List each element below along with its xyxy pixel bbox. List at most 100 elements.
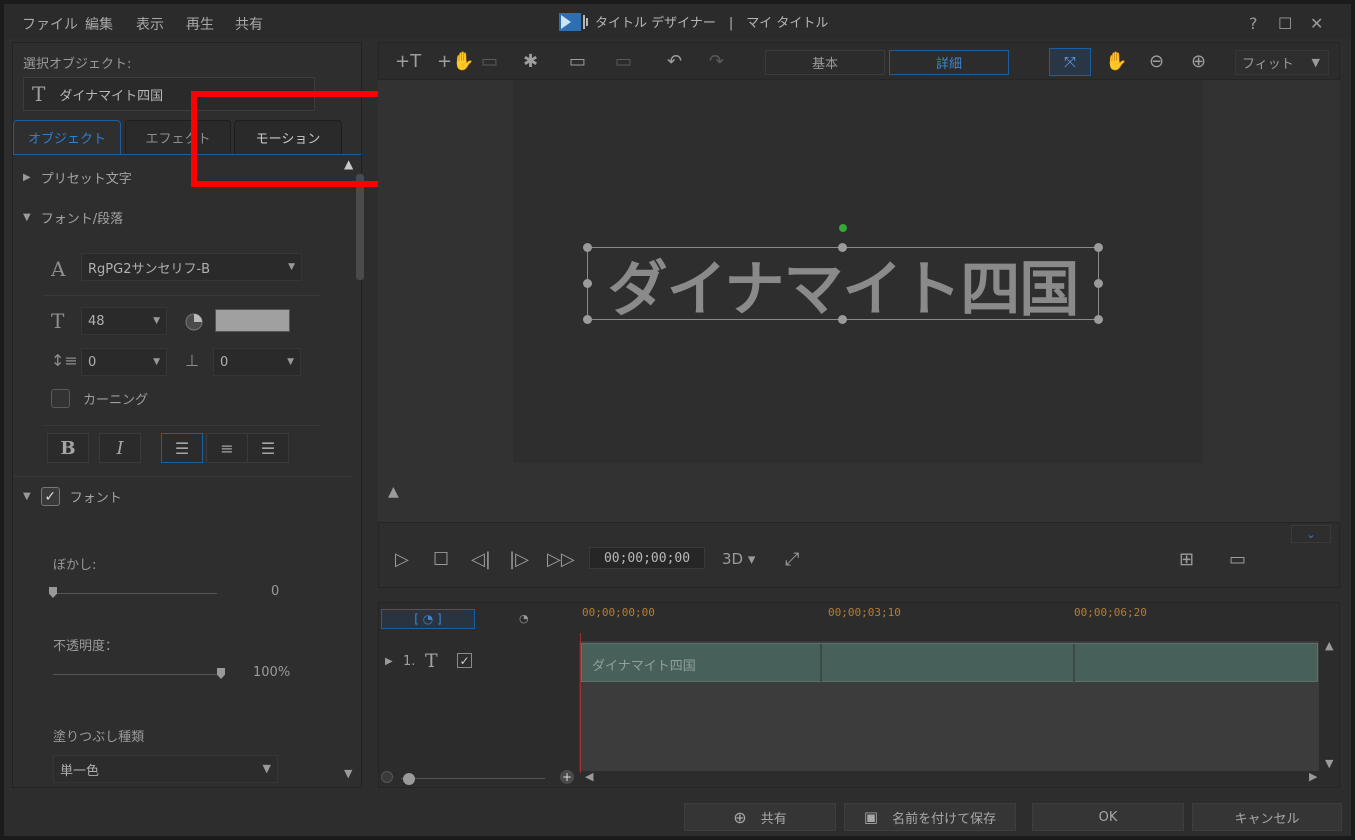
zoom-select[interactable]: フィット ▼ xyxy=(1235,50,1329,75)
add-background-icon[interactable]: ▭ xyxy=(569,51,586,72)
timecode-display: 00;00;00;00 xyxy=(589,547,705,569)
prev-frame-icon[interactable]: ◁| xyxy=(471,549,491,570)
ruler-mark: 00;00;06;20 xyxy=(1074,606,1147,619)
line-spacing-select[interactable]: 0 ▼ xyxy=(81,348,167,376)
fullscreen-icon[interactable]: ⤢ xyxy=(785,549,799,570)
safe-zone-icon[interactable]: ⊞ xyxy=(1179,549,1194,570)
preview-title-text[interactable]: ダイナマイト四国 xyxy=(588,248,1098,325)
play-icon[interactable]: ▷ xyxy=(395,549,409,570)
collapse-down-icon: ▼ xyxy=(23,212,31,223)
close-button[interactable]: ✕ xyxy=(1310,14,1323,33)
zoom-out-timeline-icon[interactable] xyxy=(381,771,393,783)
timeline-zoom-thumb[interactable] xyxy=(403,773,415,785)
add-particle-icon[interactable]: +✋ xyxy=(437,51,475,72)
align-left-icon: ☰ xyxy=(174,438,190,458)
maximize-button[interactable]: ☐ xyxy=(1278,14,1292,33)
blur-slider-thumb[interactable] xyxy=(49,587,57,598)
keyframe-divider[interactable] xyxy=(820,644,822,683)
panel-scrollbar[interactable] xyxy=(356,174,364,280)
undo-icon[interactable]: ↶ xyxy=(667,51,682,72)
timeline-mode-1-button[interactable]: [ ◔ ] xyxy=(381,609,475,629)
opacity-slider[interactable] xyxy=(53,674,221,675)
select-tool-icon[interactable]: ⤧ xyxy=(1049,48,1091,76)
save-as-button[interactable]: ▣ 名前を付けて保存 xyxy=(844,803,1016,831)
align-right-button[interactable]: ☰ xyxy=(247,433,289,463)
tab-object[interactable]: オブジェクト xyxy=(13,120,121,154)
add-text-icon[interactable]: +T xyxy=(395,51,421,72)
keyframe-divider[interactable] xyxy=(1073,644,1075,683)
scroll-down-icon[interactable]: ▼ xyxy=(1325,757,1333,770)
section-font-paragraph[interactable]: ▼ フォント/段落 xyxy=(23,208,123,227)
resize-handle[interactable] xyxy=(583,243,592,252)
collapse-icon[interactable]: ⌄ xyxy=(1291,525,1331,543)
mode-advanced-button[interactable]: 詳細 xyxy=(889,50,1009,75)
menu-file[interactable]: ファイル xyxy=(22,14,78,34)
rotate-handle[interactable] xyxy=(839,224,847,232)
expand-right-icon[interactable]: ▶ xyxy=(385,656,393,667)
resize-handle[interactable] xyxy=(838,243,847,252)
scroll-right-icon[interactable]: ▶ xyxy=(1309,770,1317,783)
add-effect-icon[interactable]: ✱ xyxy=(523,51,538,72)
font-enable-checkbox[interactable]: ✓ xyxy=(40,487,60,506)
align-left-button[interactable]: ☰ xyxy=(161,433,203,463)
share-button[interactable]: ⊕ 共有 xyxy=(684,803,836,831)
expand-right-icon: ▶ xyxy=(23,172,31,183)
hand-tool-icon[interactable]: ✋ xyxy=(1105,51,1127,72)
section-font-paragraph-label: フォント/段落 xyxy=(40,212,124,227)
title-clip[interactable]: ダイナマイト四国 xyxy=(581,643,1318,683)
kerning-checkbox[interactable] xyxy=(51,389,70,408)
fast-forward-icon[interactable]: ▷▷ xyxy=(547,549,575,570)
align-center-button[interactable]: ≡ xyxy=(206,433,248,463)
scroll-left-icon[interactable]: ◀ xyxy=(585,770,593,783)
track-visible-checkbox[interactable]: ✓ xyxy=(457,653,472,668)
menu-play[interactable]: 再生 xyxy=(186,14,214,34)
resize-handle[interactable] xyxy=(1094,279,1103,288)
align-center-icon: ≡ xyxy=(220,438,234,458)
timeline-mode-2-icon[interactable]: ◔ xyxy=(519,612,529,625)
font-size-select[interactable]: 48 ▼ xyxy=(81,307,167,335)
cancel-button[interactable]: キャンセル xyxy=(1192,803,1342,831)
playhead[interactable] xyxy=(580,633,581,773)
grid-icon[interactable]: ▭ xyxy=(1229,549,1246,570)
timeline-ruler[interactable]: 00;00;00;00 00;00;03;10 00;00;06;20 xyxy=(579,603,1319,635)
resize-handle[interactable] xyxy=(1094,243,1103,252)
menu-view[interactable]: 表示 xyxy=(136,14,164,34)
text-color-swatch[interactable] xyxy=(215,309,290,332)
resize-handle[interactable] xyxy=(583,279,592,288)
scroll-down-icon[interactable]: ▼ xyxy=(344,767,352,780)
fill-type-select[interactable]: 単一色 ▼ xyxy=(53,755,278,783)
section-preset-label: プリセット文字 xyxy=(40,172,132,187)
opacity-slider-thumb[interactable] xyxy=(217,668,225,679)
highlight-annotation xyxy=(191,91,386,187)
canvas-marker-icon[interactable]: ▲ xyxy=(388,484,399,500)
mode-basic-button[interactable]: 基本 xyxy=(765,50,885,75)
text-track-icon: T xyxy=(425,650,438,672)
char-spacing-select[interactable]: 0 ▼ xyxy=(213,348,301,376)
font-name-select[interactable]: RgPG2サンセリフ-B ▼ xyxy=(81,253,302,281)
zoom-in-icon[interactable]: ⊕ xyxy=(1191,51,1206,72)
stop-icon[interactable]: ☐ xyxy=(433,549,449,570)
menu-share[interactable]: 共有 xyxy=(235,14,263,34)
help-button[interactable]: ? xyxy=(1249,14,1258,33)
resize-handle[interactable] xyxy=(1094,315,1103,324)
italic-button[interactable]: I xyxy=(99,433,141,463)
section-font[interactable]: ▼ ✓ フォント xyxy=(23,487,122,506)
bold-button[interactable]: B xyxy=(47,433,89,463)
timeline-zoom-slider[interactable] xyxy=(401,778,545,779)
font-size-icon: T xyxy=(51,309,65,333)
menu-edit[interactable]: 編集 xyxy=(85,14,113,34)
font-name-value: RgPG2サンセリフ-B xyxy=(88,261,211,277)
section-preset[interactable]: ▶ プリセット文字 xyxy=(23,168,132,187)
ok-button[interactable]: OK xyxy=(1032,803,1184,831)
resize-handle[interactable] xyxy=(838,315,847,324)
scroll-up-icon[interactable]: ▲ xyxy=(1325,639,1333,652)
blur-slider[interactable] xyxy=(53,593,217,594)
3d-mode-button[interactable]: 3D ▾ xyxy=(722,550,755,568)
divider xyxy=(43,425,321,426)
ruler-mark: 00;00;03;10 xyxy=(828,606,901,619)
resize-handle[interactable] xyxy=(583,315,592,324)
zoom-out-icon[interactable]: ⊖ xyxy=(1149,51,1164,72)
line-spacing-value: 0 xyxy=(88,354,97,370)
zoom-in-timeline-icon[interactable]: + xyxy=(560,770,574,784)
next-frame-icon[interactable]: |▷ xyxy=(509,549,529,570)
